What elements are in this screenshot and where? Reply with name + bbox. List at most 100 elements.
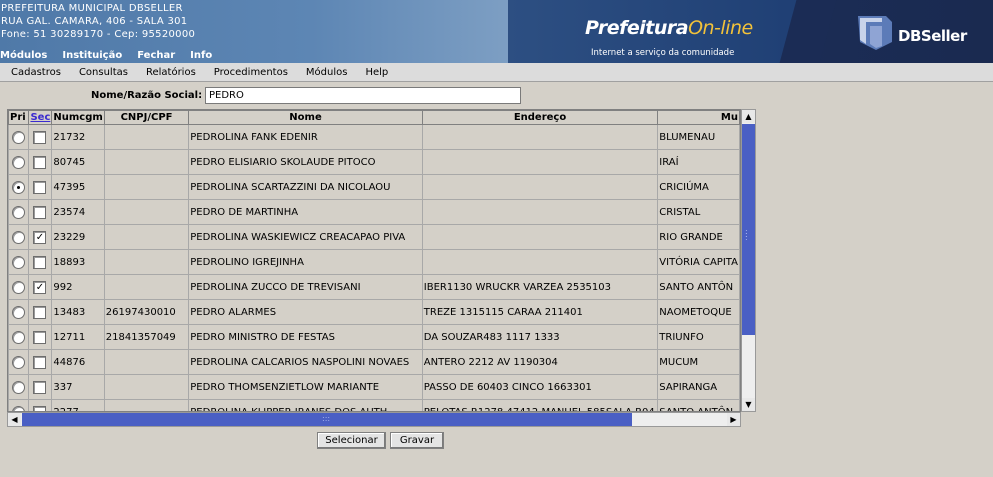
secondary-checkbox[interactable] (33, 155, 47, 169)
menu-help[interactable]: Help (365, 67, 388, 78)
cell-numcgm: 12711 (51, 324, 105, 350)
table-header-row: Pri Sec Numcgm CNPJ/CPF Nome Endereço Mu (8, 110, 740, 125)
cell-numcgm: 23229 (51, 224, 105, 250)
cell-pri (8, 174, 30, 200)
secondary-checkbox[interactable] (33, 305, 47, 319)
column-header-endereco[interactable]: Endereço (421, 110, 659, 125)
cell-sec (28, 149, 53, 175)
cell-cnpj (103, 274, 190, 300)
secondary-checkbox[interactable] (33, 130, 47, 144)
secondary-checkbox[interactable]: ✓ (33, 230, 47, 244)
secondary-checkbox[interactable] (33, 255, 47, 269)
scroll-right-icon[interactable]: ▶ (727, 413, 740, 426)
main-menu-modulos[interactable]: Módulos (0, 50, 47, 63)
cell-endereco (421, 249, 659, 275)
primary-radio[interactable] (12, 355, 25, 369)
cell-numcgm: 80745 (51, 149, 105, 175)
primary-radio[interactable] (12, 330, 25, 344)
cell-sec (28, 249, 53, 275)
table-row[interactable]: 2277 PEDROLINA KLIPPER IRANES DOS AUTH PEL… (8, 399, 740, 411)
primary-radio[interactable] (12, 380, 25, 394)
secondary-checkbox[interactable]: ✓ (33, 280, 47, 294)
cell-municipio: TRIUNFO (657, 324, 740, 350)
menu-consultas[interactable]: Consultas (79, 67, 128, 78)
scroll-down-icon[interactable]: ▼ (742, 398, 755, 411)
primary-radio[interactable] (12, 255, 25, 269)
table-row[interactable]: 337 PEDRO THOMSENZIETLOW MARIANTE PASSO DE… (8, 374, 740, 400)
cell-cnpj (103, 349, 190, 375)
table-row[interactable]: ✓ 992 PEDROLINA ZUCCO DE TREVISANI IBER1130… (8, 274, 740, 300)
column-header-nome[interactable]: Nome (188, 110, 423, 125)
cell-numcgm: 2277 (51, 399, 105, 411)
secondary-checkbox[interactable] (33, 380, 47, 394)
cell-cnpj (103, 199, 190, 225)
cell-nome: PEDROLINA ZUCCO DE TREVISANI (188, 274, 423, 300)
cell-cnpj: 21841357049 (103, 324, 190, 350)
search-input[interactable]: PEDRO (205, 87, 521, 104)
vertical-scroll-thumb[interactable]: ::: (742, 124, 755, 335)
cell-numcgm: 44876 (51, 349, 105, 375)
secondary-checkbox[interactable] (33, 205, 47, 219)
primary-radio[interactable] (12, 180, 25, 194)
vertical-scrollbar[interactable]: ▲ ::: ▼ (741, 109, 756, 412)
select-button[interactable]: Selecionar (317, 432, 386, 449)
scroll-left-icon[interactable]: ◀ (8, 413, 21, 426)
cell-sec (28, 174, 53, 200)
cell-nome: PEDROLINA WASKIEWICZ CREACAPAO PIVA (188, 224, 423, 250)
column-header-cnpj[interactable]: CNPJ/CPF (103, 110, 190, 125)
cell-numcgm: 47395 (51, 174, 105, 200)
logo-subtitle: Internet a serviço da comunidade (591, 48, 735, 58)
cell-sec (28, 124, 53, 150)
secondary-checkbox[interactable] (33, 355, 47, 369)
main-menu: Módulos Instituição Fechar Info (0, 50, 227, 63)
primary-radio[interactable] (12, 280, 25, 294)
cell-pri (8, 149, 30, 175)
main-menu-fechar[interactable]: Fechar (137, 50, 175, 63)
menu-cadastros[interactable]: Cadastros (11, 67, 61, 78)
table-row[interactable]: 47395 PEDROLINA SCARTAZZINI DA NICOLAOU CR… (8, 174, 740, 200)
cell-endereco (421, 199, 659, 225)
menu-procedimentos[interactable]: Procedimentos (214, 67, 288, 78)
scroll-up-icon[interactable]: ▲ (742, 110, 755, 123)
save-button[interactable]: Gravar (390, 432, 444, 449)
table-row[interactable]: 23574 PEDRO DE MARTINHA CRISTAL (8, 199, 740, 225)
cell-cnpj (103, 399, 190, 411)
cell-endereco: TREZE 1315115 CARAA 211401 (421, 299, 659, 325)
cell-endereco (421, 149, 659, 175)
table-row[interactable]: 13483 26197430010 PEDRO ALARMES TREZE 13151… (8, 299, 740, 325)
secondary-checkbox[interactable] (33, 180, 47, 194)
cell-cnpj (103, 224, 190, 250)
cell-endereco (421, 174, 659, 200)
table-row[interactable]: 12711 21841357049 PEDRO MINISTRO DE FESTAS… (8, 324, 740, 350)
primary-radio[interactable] (12, 230, 25, 244)
cell-municipio: SAPIRANGA (657, 374, 740, 400)
menu-relatorios[interactable]: Relatórios (146, 67, 196, 78)
menu-modulos[interactable]: Módulos (306, 67, 348, 78)
column-header-pri[interactable]: Pri (8, 110, 30, 125)
table-body: 21732 PEDROLINA FANK EDENIR BLUMENAU 80745 P… (8, 124, 740, 411)
cell-municipio: IRAÍ (657, 149, 740, 175)
primary-radio[interactable] (12, 205, 25, 219)
column-header-sec[interactable]: Sec (28, 110, 53, 125)
cell-nome: PEDRO ALARMES (188, 299, 423, 325)
cell-cnpj (103, 249, 190, 275)
main-menu-info[interactable]: Info (190, 50, 212, 63)
table-row[interactable]: ✓ 23229 PEDROLINA WASKIEWICZ CREACAPAO PIV… (8, 224, 740, 250)
organization-info: PREFEITURA MUNICIPAL DBSELLER RUA GAL. C… (1, 2, 195, 41)
table-row[interactable]: 18893 PEDROLINO IGREJINHA VITÓRIA CAPITA (8, 249, 740, 275)
cell-cnpj: 26197430010 (103, 299, 190, 325)
column-header-numcgm[interactable]: Numcgm (51, 110, 105, 125)
cell-pri (8, 349, 30, 375)
secondary-checkbox[interactable] (33, 330, 47, 344)
column-header-municipio[interactable]: Mu (657, 110, 740, 125)
primary-radio[interactable] (12, 305, 25, 319)
main-menu-instituicao[interactable]: Instituição (62, 50, 122, 63)
cell-pri (8, 124, 30, 150)
table-row[interactable]: 44876 PEDROLINA CALCARIOS NASPOLINI NOVAE… (8, 349, 740, 375)
primary-radio[interactable] (12, 155, 25, 169)
horizontal-scroll-thumb[interactable]: ::: (22, 413, 632, 426)
table-row[interactable]: 21732 PEDROLINA FANK EDENIR BLUMENAU (8, 124, 740, 150)
horizontal-scrollbar[interactable]: ◀ ::: ▶ (7, 412, 741, 427)
primary-radio[interactable] (12, 130, 25, 144)
table-row[interactable]: 80745 PEDRO ELISIARIO SKOLAUDE PITOCO IRAÍ (8, 149, 740, 175)
